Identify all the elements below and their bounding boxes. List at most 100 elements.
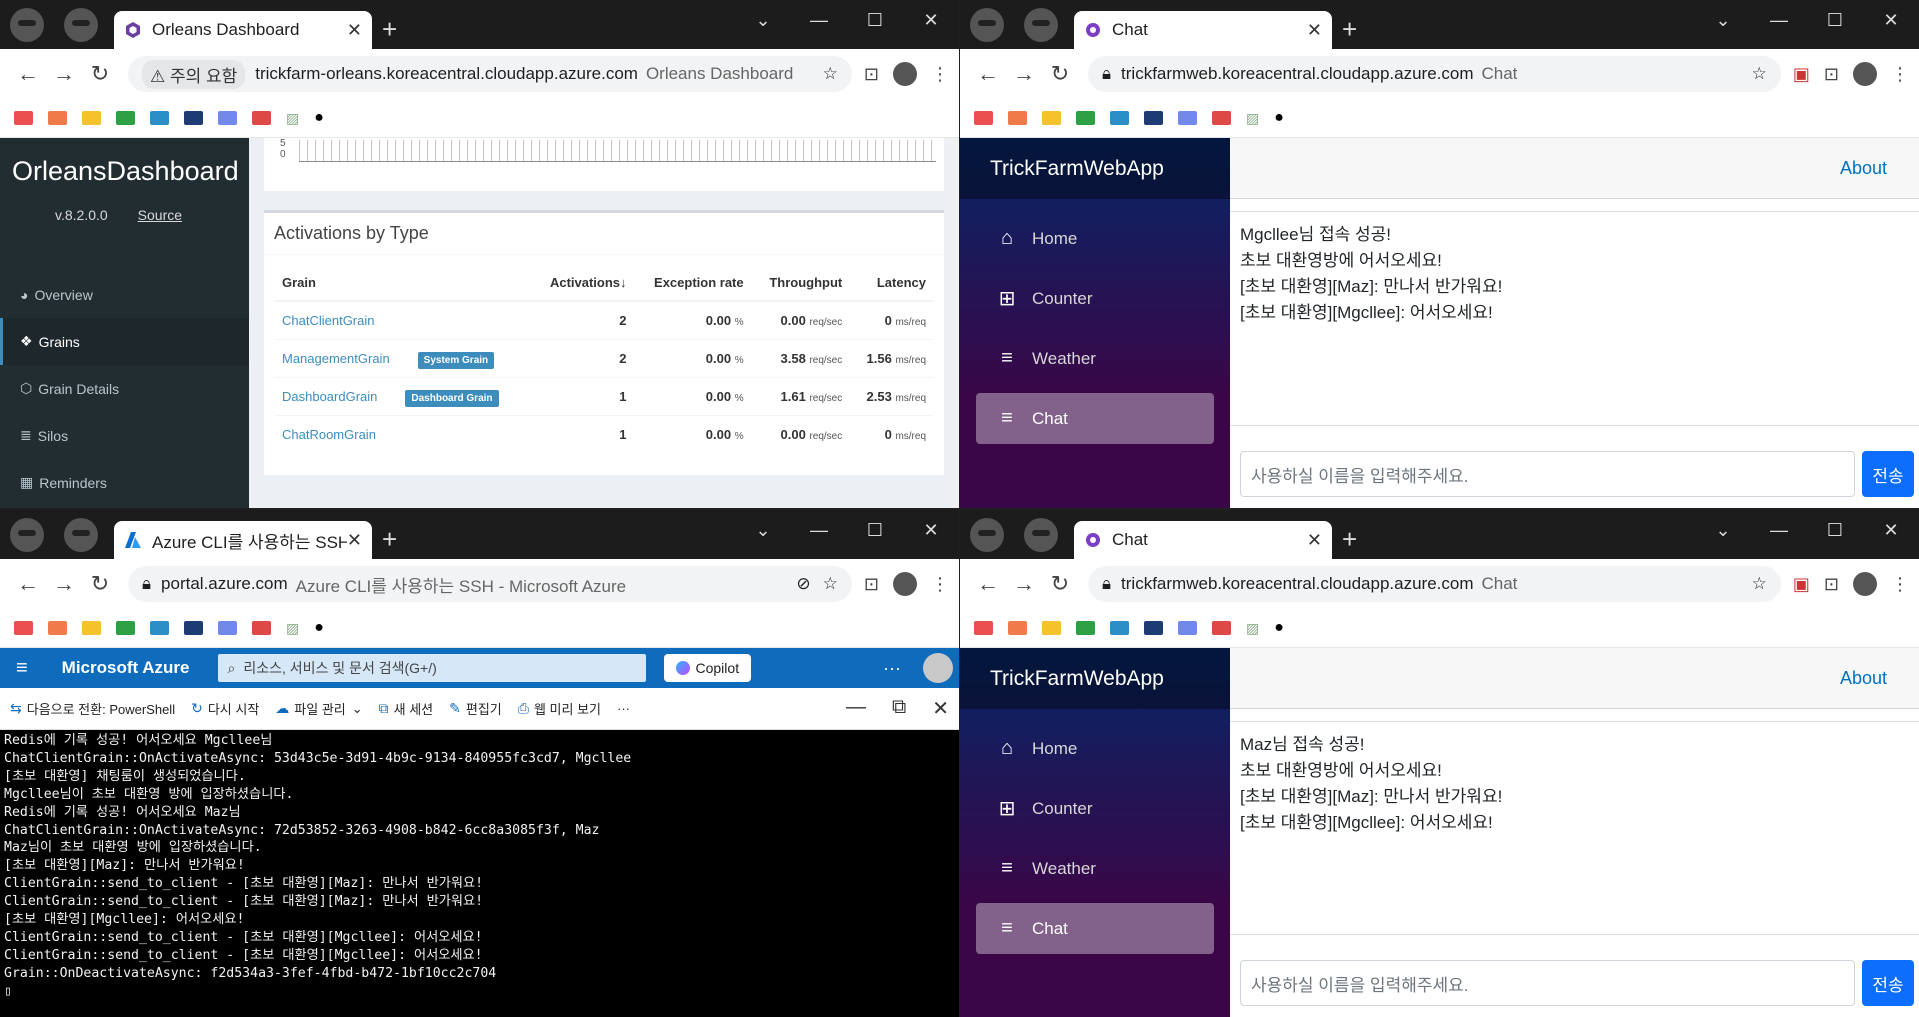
- grain-link[interactable]: DashboardGrain: [282, 389, 377, 404]
- name-input[interactable]: 사용하실 이름을 입력해주세요.: [1240, 960, 1855, 1006]
- back-icon[interactable]: ←: [10, 61, 46, 87]
- nav-item-weather[interactable]: ≡ Weather: [976, 843, 1214, 894]
- grain-link[interactable]: ChatRoomGrain: [282, 427, 376, 442]
- github-icon[interactable]: ●: [314, 109, 324, 127]
- minimize-button[interactable]: —: [1751, 510, 1807, 550]
- browser-tab[interactable]: Azure CLI를 사용하는 SSH - M ✕: [114, 521, 372, 559]
- browser-tab[interactable]: Chat ✕: [1074, 11, 1332, 49]
- url-field[interactable]: 🔒︎ portal.azure.com Azure CLI를 사용하는 SSH …: [128, 566, 852, 602]
- grain-link[interactable]: ManagementGrain: [282, 351, 390, 366]
- send-button[interactable]: 전송: [1862, 960, 1914, 1006]
- bookmark-folder-icon[interactable]: [184, 111, 203, 125]
- close-tab-icon[interactable]: ✕: [1307, 530, 1322, 551]
- bookmark-folder-icon[interactable]: [974, 621, 993, 635]
- tab-search-icon[interactable]: ⌄: [1695, 0, 1751, 40]
- url-field[interactable]: 🔒︎ trickfarmweb.koreacentral.cloudapp.az…: [1088, 56, 1781, 92]
- about-link[interactable]: About: [1840, 158, 1887, 179]
- nav-item-counter[interactable]: ⊞ Counter: [976, 783, 1214, 834]
- forward-icon[interactable]: →: [1006, 571, 1042, 597]
- menu-icon[interactable]: ⋮: [1891, 574, 1909, 595]
- new-session-button[interactable]: ⧉ 새 세션: [379, 699, 434, 718]
- manage-files-button[interactable]: ☁ 파일 관리 ⌄: [275, 699, 362, 718]
- toolbar-more-button[interactable]: ···: [617, 701, 630, 716]
- sidebar-item-grains[interactable]: ❖ Grains: [0, 318, 249, 365]
- source-link[interactable]: Source: [138, 207, 182, 223]
- dashboard-logo[interactable]: OrleansDashboard: [0, 138, 249, 187]
- tab-search-icon[interactable]: ⌄: [735, 510, 791, 550]
- column-header[interactable]: Throughput: [751, 265, 851, 302]
- back-icon[interactable]: ←: [970, 571, 1006, 597]
- bookmark-folder-icon[interactable]: [1144, 621, 1163, 635]
- bookmark-folder-icon[interactable]: [82, 111, 101, 125]
- url-field[interactable]: 🔒︎ trickfarmweb.koreacentral.cloudapp.az…: [1088, 566, 1781, 602]
- bookmark-folder-icon[interactable]: [1042, 621, 1061, 635]
- back-icon[interactable]: ←: [970, 61, 1006, 87]
- maximize-button[interactable]: ☐: [1807, 0, 1863, 40]
- bookmark-folder-icon[interactable]: [184, 621, 203, 635]
- browser-tab[interactable]: Orleans Dashboard ✕: [114, 11, 372, 49]
- nav-item-counter[interactable]: ⊞ Counter: [976, 273, 1214, 324]
- bookmark-folder-icon[interactable]: [14, 621, 33, 635]
- terminal-output[interactable]: Redis에 기록 성공! 어서오세요 Mgcllee님 ChatClientGr…: [0, 730, 959, 1017]
- bookmark-folder-icon[interactable]: [48, 621, 67, 635]
- minimize-shell-icon[interactable]: —: [846, 696, 866, 721]
- name-input[interactable]: 사용하실 이름을 입력해주세요.: [1240, 451, 1855, 497]
- bookmark-folder-icon[interactable]: [1110, 111, 1129, 125]
- column-header[interactable]: Exception rate: [634, 265, 752, 302]
- bookmark-star-icon[interactable]: ☆: [1752, 574, 1767, 594]
- url-field[interactable]: ⚠ 주의 요함 trickfarm-orleans.koreacentral.c…: [128, 56, 852, 92]
- editor-button[interactable]: ✎ 편집기: [449, 699, 502, 718]
- nav-item-home[interactable]: ⌂ Home: [976, 213, 1214, 264]
- bookmark-folder-icon[interactable]: [252, 621, 271, 635]
- bookmark-folder-icon[interactable]: [1144, 111, 1163, 125]
- maximize-button[interactable]: ☐: [847, 0, 903, 40]
- maximize-button[interactable]: ☐: [1807, 510, 1863, 550]
- column-header[interactable]: Grain: [274, 265, 532, 302]
- reload-icon[interactable]: ↻: [1042, 571, 1078, 597]
- new-tab-button[interactable]: +: [382, 524, 397, 555]
- profile-icon[interactable]: [1853, 62, 1877, 86]
- switch-powershell-button[interactable]: ⇆ 다음으로 전환: PowerShell: [10, 699, 175, 718]
- reload-icon[interactable]: ↻: [1042, 61, 1078, 87]
- sidebar-item-overview[interactable]: ◕ Overview: [0, 271, 249, 318]
- bookmark-star-icon[interactable]: ☆: [823, 574, 838, 594]
- bookmark-folder-icon[interactable]: [48, 111, 67, 125]
- tab-search-icon[interactable]: ⌄: [735, 0, 791, 40]
- bookmark-folder-icon[interactable]: [1212, 621, 1231, 635]
- bookmark-folder-icon[interactable]: [1008, 111, 1027, 125]
- bookmark-folder-icon[interactable]: [1042, 111, 1061, 125]
- minimize-button[interactable]: —: [1751, 0, 1807, 40]
- bookmark-folder-icon[interactable]: [1076, 111, 1095, 125]
- reload-icon[interactable]: ↻: [82, 571, 118, 597]
- eye-off-icon[interactable]: ⊘: [796, 574, 810, 594]
- github-icon[interactable]: ●: [1274, 109, 1284, 127]
- bookmark-folder-icon[interactable]: [116, 621, 135, 635]
- column-header[interactable]: Activations↓: [531, 265, 635, 302]
- nav-item-chat[interactable]: ≡ Chat: [976, 393, 1214, 444]
- send-button[interactable]: 전송: [1862, 451, 1914, 497]
- restart-button[interactable]: ↻ 다시 시작: [191, 699, 259, 718]
- nav-item-weather[interactable]: ≡ Weather: [976, 333, 1214, 384]
- forward-icon[interactable]: →: [1006, 61, 1042, 87]
- forward-icon[interactable]: →: [46, 571, 82, 597]
- scrollbar[interactable]: [951, 138, 959, 508]
- translate-flag-icon[interactable]: ▣: [1793, 574, 1810, 595]
- hamburger-menu-icon[interactable]: ≡: [16, 657, 28, 680]
- bookmark-folder-icon[interactable]: [1178, 621, 1197, 635]
- bookmark-folder-icon[interactable]: [82, 621, 101, 635]
- bookmark-folder-icon[interactable]: [218, 111, 237, 125]
- app-brand[interactable]: TrickFarmWebApp: [960, 138, 1230, 199]
- new-tab-button[interactable]: +: [382, 14, 397, 45]
- about-link[interactable]: About: [1840, 668, 1887, 689]
- close-tab-icon[interactable]: ✕: [347, 530, 362, 551]
- more-options-button[interactable]: ···: [883, 658, 901, 679]
- minimize-button[interactable]: —: [791, 510, 847, 550]
- profile-icon[interactable]: [1853, 572, 1877, 596]
- lock-icon[interactable]: 🔒︎: [142, 574, 151, 594]
- account-avatar[interactable]: [923, 653, 953, 683]
- reload-icon[interactable]: ↻: [82, 61, 118, 87]
- copilot-button[interactable]: Copilot: [663, 654, 752, 682]
- profile-icon[interactable]: [893, 572, 917, 596]
- nav-item-home[interactable]: ⌂ Home: [976, 723, 1214, 774]
- grain-link[interactable]: ChatClientGrain: [282, 313, 375, 328]
